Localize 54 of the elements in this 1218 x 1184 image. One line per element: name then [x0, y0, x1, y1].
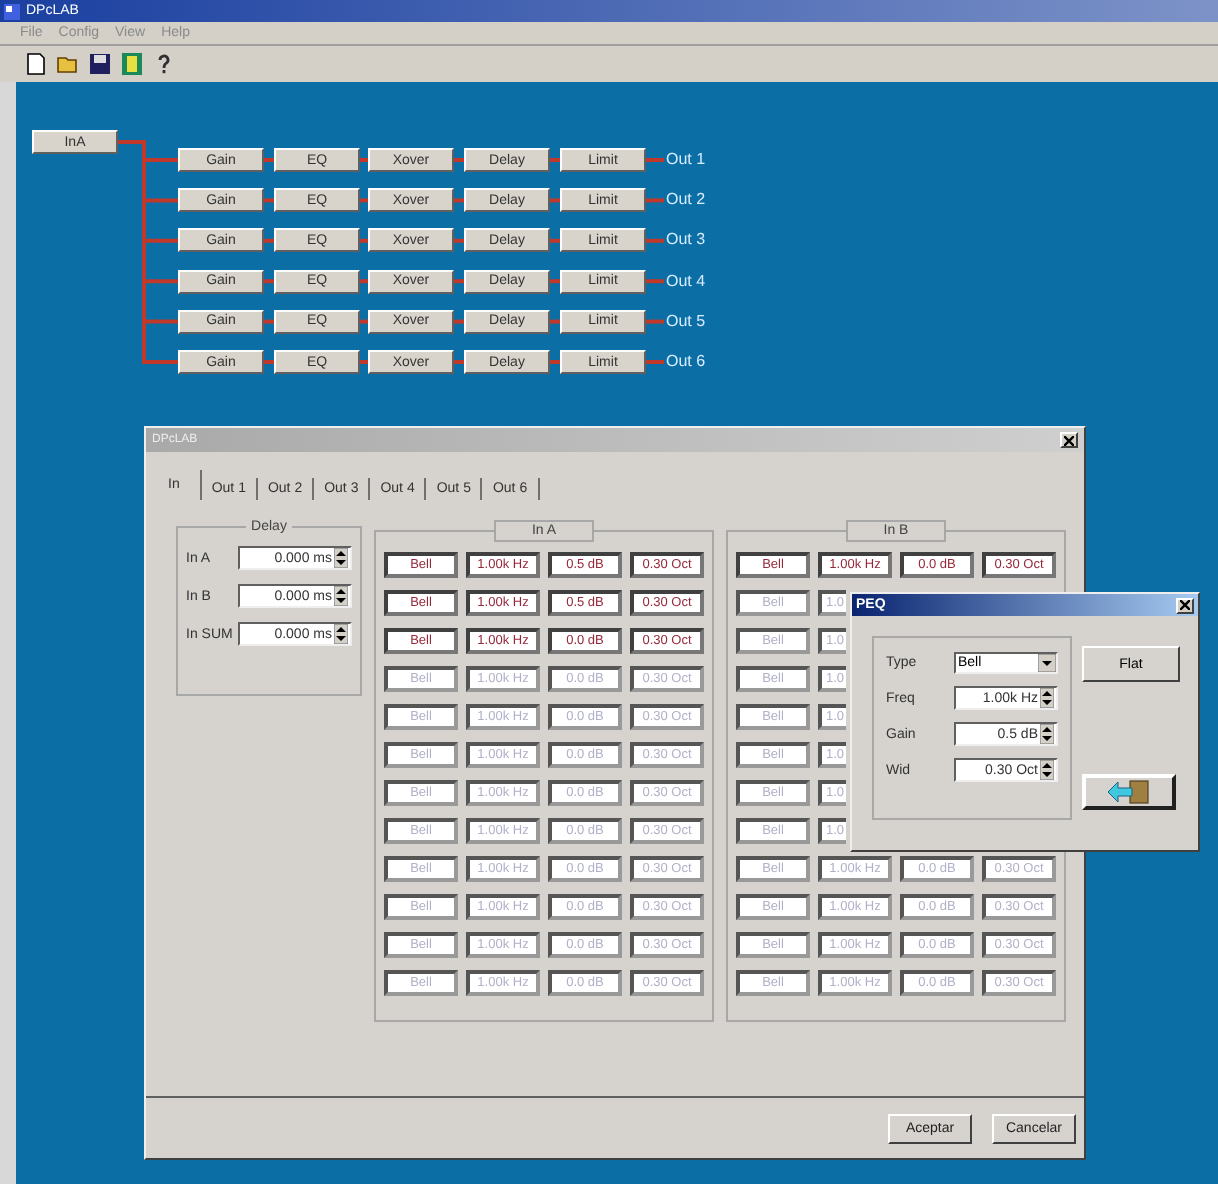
app-icon	[4, 3, 20, 19]
connector-line	[454, 158, 464, 162]
new-file-icon[interactable]	[24, 52, 48, 76]
output-label: Out 3	[666, 228, 706, 253]
connector-line	[264, 198, 274, 203]
connector-line	[550, 198, 560, 203]
connector-line	[646, 238, 664, 243]
connector-line	[360, 319, 368, 324]
connector-line	[550, 279, 560, 284]
connector-line	[550, 360, 560, 364]
spin-icon[interactable]	[334, 624, 348, 644]
connector-line	[264, 238, 274, 243]
output-label: Out 2	[666, 188, 706, 213]
device-icon[interactable]	[120, 52, 144, 76]
connector-line	[360, 360, 368, 364]
connector-line	[454, 238, 464, 243]
output-label: Out 4	[666, 269, 706, 294]
connector-line	[360, 238, 368, 243]
connector-line	[646, 198, 664, 203]
connector-line	[454, 319, 464, 324]
open-folder-icon[interactable]	[56, 52, 80, 76]
connector-line	[264, 360, 274, 364]
connector-line	[646, 319, 664, 324]
exit-button[interactable]	[1082, 774, 1176, 810]
connector-line	[550, 319, 560, 324]
spin-icon[interactable]	[1040, 688, 1054, 708]
connector-line	[454, 198, 464, 203]
spin-icon[interactable]	[1040, 760, 1054, 780]
spin-icon[interactable]	[334, 586, 348, 606]
dropdown-arrow-icon	[1038, 654, 1056, 672]
connector-line	[454, 360, 464, 364]
spin-icon[interactable]	[1040, 724, 1054, 744]
connector-line	[360, 279, 368, 284]
connector-line	[646, 158, 664, 162]
output-label: Out 1	[666, 148, 706, 172]
connector-line	[360, 198, 368, 203]
connector-line	[264, 319, 274, 324]
close-icon	[1064, 435, 1074, 445]
spin-icon[interactable]	[334, 548, 348, 568]
close-button[interactable]	[1176, 597, 1194, 613]
connector-line	[646, 279, 664, 284]
close-button[interactable]	[1060, 432, 1078, 448]
connector-line	[454, 279, 464, 284]
connector-line	[550, 238, 560, 243]
connector-line	[550, 158, 560, 162]
connector-line	[646, 360, 664, 364]
connector-line	[360, 158, 368, 162]
save-icon[interactable]	[88, 52, 112, 76]
connector-line	[264, 279, 274, 284]
connector-line	[264, 158, 274, 162]
output-label: Out 5	[666, 309, 706, 334]
arrow-door-icon	[1103, 780, 1155, 804]
output-label: Out 6	[666, 350, 706, 374]
close-icon	[1180, 600, 1190, 610]
